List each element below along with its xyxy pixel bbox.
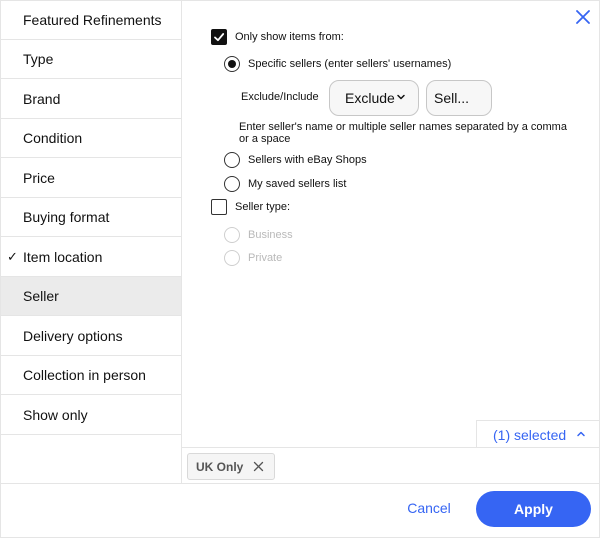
- selected-chip: UK Only: [187, 453, 275, 480]
- apply-button[interactable]: Apply: [476, 491, 591, 527]
- ebay-shops-radio[interactable]: [224, 152, 240, 168]
- only-show-row: Only show items from:: [211, 29, 344, 45]
- private-label: Private: [248, 252, 283, 264]
- sidebar-item-label: Brand: [23, 91, 61, 107]
- business-label: Business: [248, 229, 293, 241]
- cancel-button[interactable]: Cancel: [399, 498, 459, 518]
- seller-names-helper: Enter seller's name or multiple seller n…: [239, 121, 567, 145]
- chevron-down-icon: [397, 94, 405, 100]
- specific-sellers-radio[interactable]: [224, 56, 240, 72]
- ebay-shops-label: Sellers with eBay Shops: [248, 154, 367, 166]
- sidebar-item-condition[interactable]: Condition: [1, 119, 181, 158]
- sidebar-item-price[interactable]: Price: [1, 159, 181, 198]
- sidebar-item-seller[interactable]: Seller: [1, 277, 181, 316]
- sidebar-item-buying-format[interactable]: Buying format: [1, 198, 181, 237]
- sidebar-item-label: Featured Refinements: [23, 12, 162, 28]
- business-row: Business: [224, 227, 293, 243]
- seller-type-checkbox[interactable]: [211, 199, 227, 215]
- only-show-label: Only show items from:: [235, 31, 344, 43]
- seller-names-value: Sell...: [434, 90, 470, 106]
- sidebar-item-label: Buying format: [23, 209, 110, 225]
- sidebar-item-type[interactable]: Type: [1, 40, 181, 79]
- seller-type-label: Seller type:: [235, 201, 291, 213]
- saved-sellers-label: My saved sellers list: [248, 178, 347, 190]
- ebay-shops-row: Sellers with eBay Shops: [224, 152, 367, 168]
- sidebar-item-featured-refinements[interactable]: Featured Refinements: [1, 1, 181, 40]
- seller-type-row: Seller type:: [211, 199, 290, 215]
- sidebar-item-label: Collection in person: [23, 367, 146, 383]
- close-button[interactable]: [571, 5, 595, 29]
- sidebar-item-label: Price: [23, 170, 55, 186]
- close-icon: [576, 10, 590, 24]
- private-radio: [224, 250, 240, 266]
- specific-sellers-label: Specific sellers (enter sellers' usernam…: [248, 58, 452, 70]
- chip-label: UK Only: [196, 459, 244, 474]
- saved-sellers-row: My saved sellers list: [224, 176, 346, 192]
- sidebar-item-label: Show only: [23, 407, 88, 423]
- checkmark-icon: [214, 33, 225, 42]
- only-show-checkbox[interactable]: [211, 29, 227, 45]
- sidebar-item-collection-in-person[interactable]: Collection in person: [1, 356, 181, 395]
- sidebar-item-delivery-options[interactable]: Delivery options: [1, 317, 181, 356]
- sidebar-item-label: Delivery options: [23, 328, 123, 344]
- private-row: Private: [224, 250, 282, 266]
- sidebar-item-brand[interactable]: Brand: [1, 80, 181, 119]
- sidebar-item-label: Seller: [23, 288, 59, 304]
- remove-chip-icon[interactable]: [253, 461, 264, 472]
- chevron-up-icon: [577, 431, 585, 437]
- saved-sellers-radio[interactable]: [224, 176, 240, 192]
- exclude-include-label: Exclude/Include: [241, 91, 319, 103]
- sidebar-item-label: Type: [23, 51, 54, 67]
- sidebar-item-label: Item location: [23, 249, 103, 265]
- selected-count: (1) selected: [493, 426, 567, 443]
- refinement-sidebar: Featured Refinements Type Brand Conditio…: [1, 1, 182, 483]
- selected-toggle[interactable]: (1) selected: [476, 420, 600, 448]
- specific-sellers-row: Specific sellers (enter sellers' usernam…: [224, 56, 451, 72]
- exclude-include-value: Exclude: [345, 90, 395, 106]
- exclude-include-select[interactable]: Exclude: [329, 80, 419, 116]
- sidebar-item-label: Condition: [23, 130, 83, 146]
- sidebar-item-item-location[interactable]: ✓ Item location: [1, 238, 181, 277]
- checkmark-icon: ✓: [7, 249, 18, 264]
- exclude-include-row: Exclude/Include: [241, 91, 319, 103]
- seller-names-input[interactable]: Sell...: [426, 80, 492, 116]
- business-radio: [224, 227, 240, 243]
- sidebar-item-show-only[interactable]: Show only: [1, 396, 181, 435]
- refine-dialog: Featured Refinements Type Brand Conditio…: [0, 0, 600, 538]
